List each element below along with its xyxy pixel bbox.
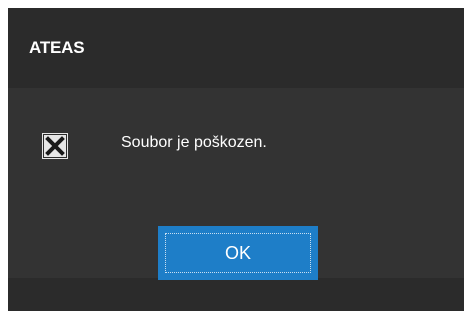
- error-x-icon: [42, 133, 68, 159]
- dialog-title: ATEAS: [29, 38, 85, 57]
- ok-button[interactable]: OK: [158, 226, 318, 280]
- dialog-bottom-strip: [8, 296, 464, 311]
- ok-button-label: OK: [224, 243, 251, 263]
- dialog-title-bar: ATEAS: [8, 8, 464, 88]
- error-dialog: ATEAS Soubor je poškozen. OK: [8, 8, 464, 311]
- dialog-message: Soubor je poškozen.: [121, 134, 267, 151]
